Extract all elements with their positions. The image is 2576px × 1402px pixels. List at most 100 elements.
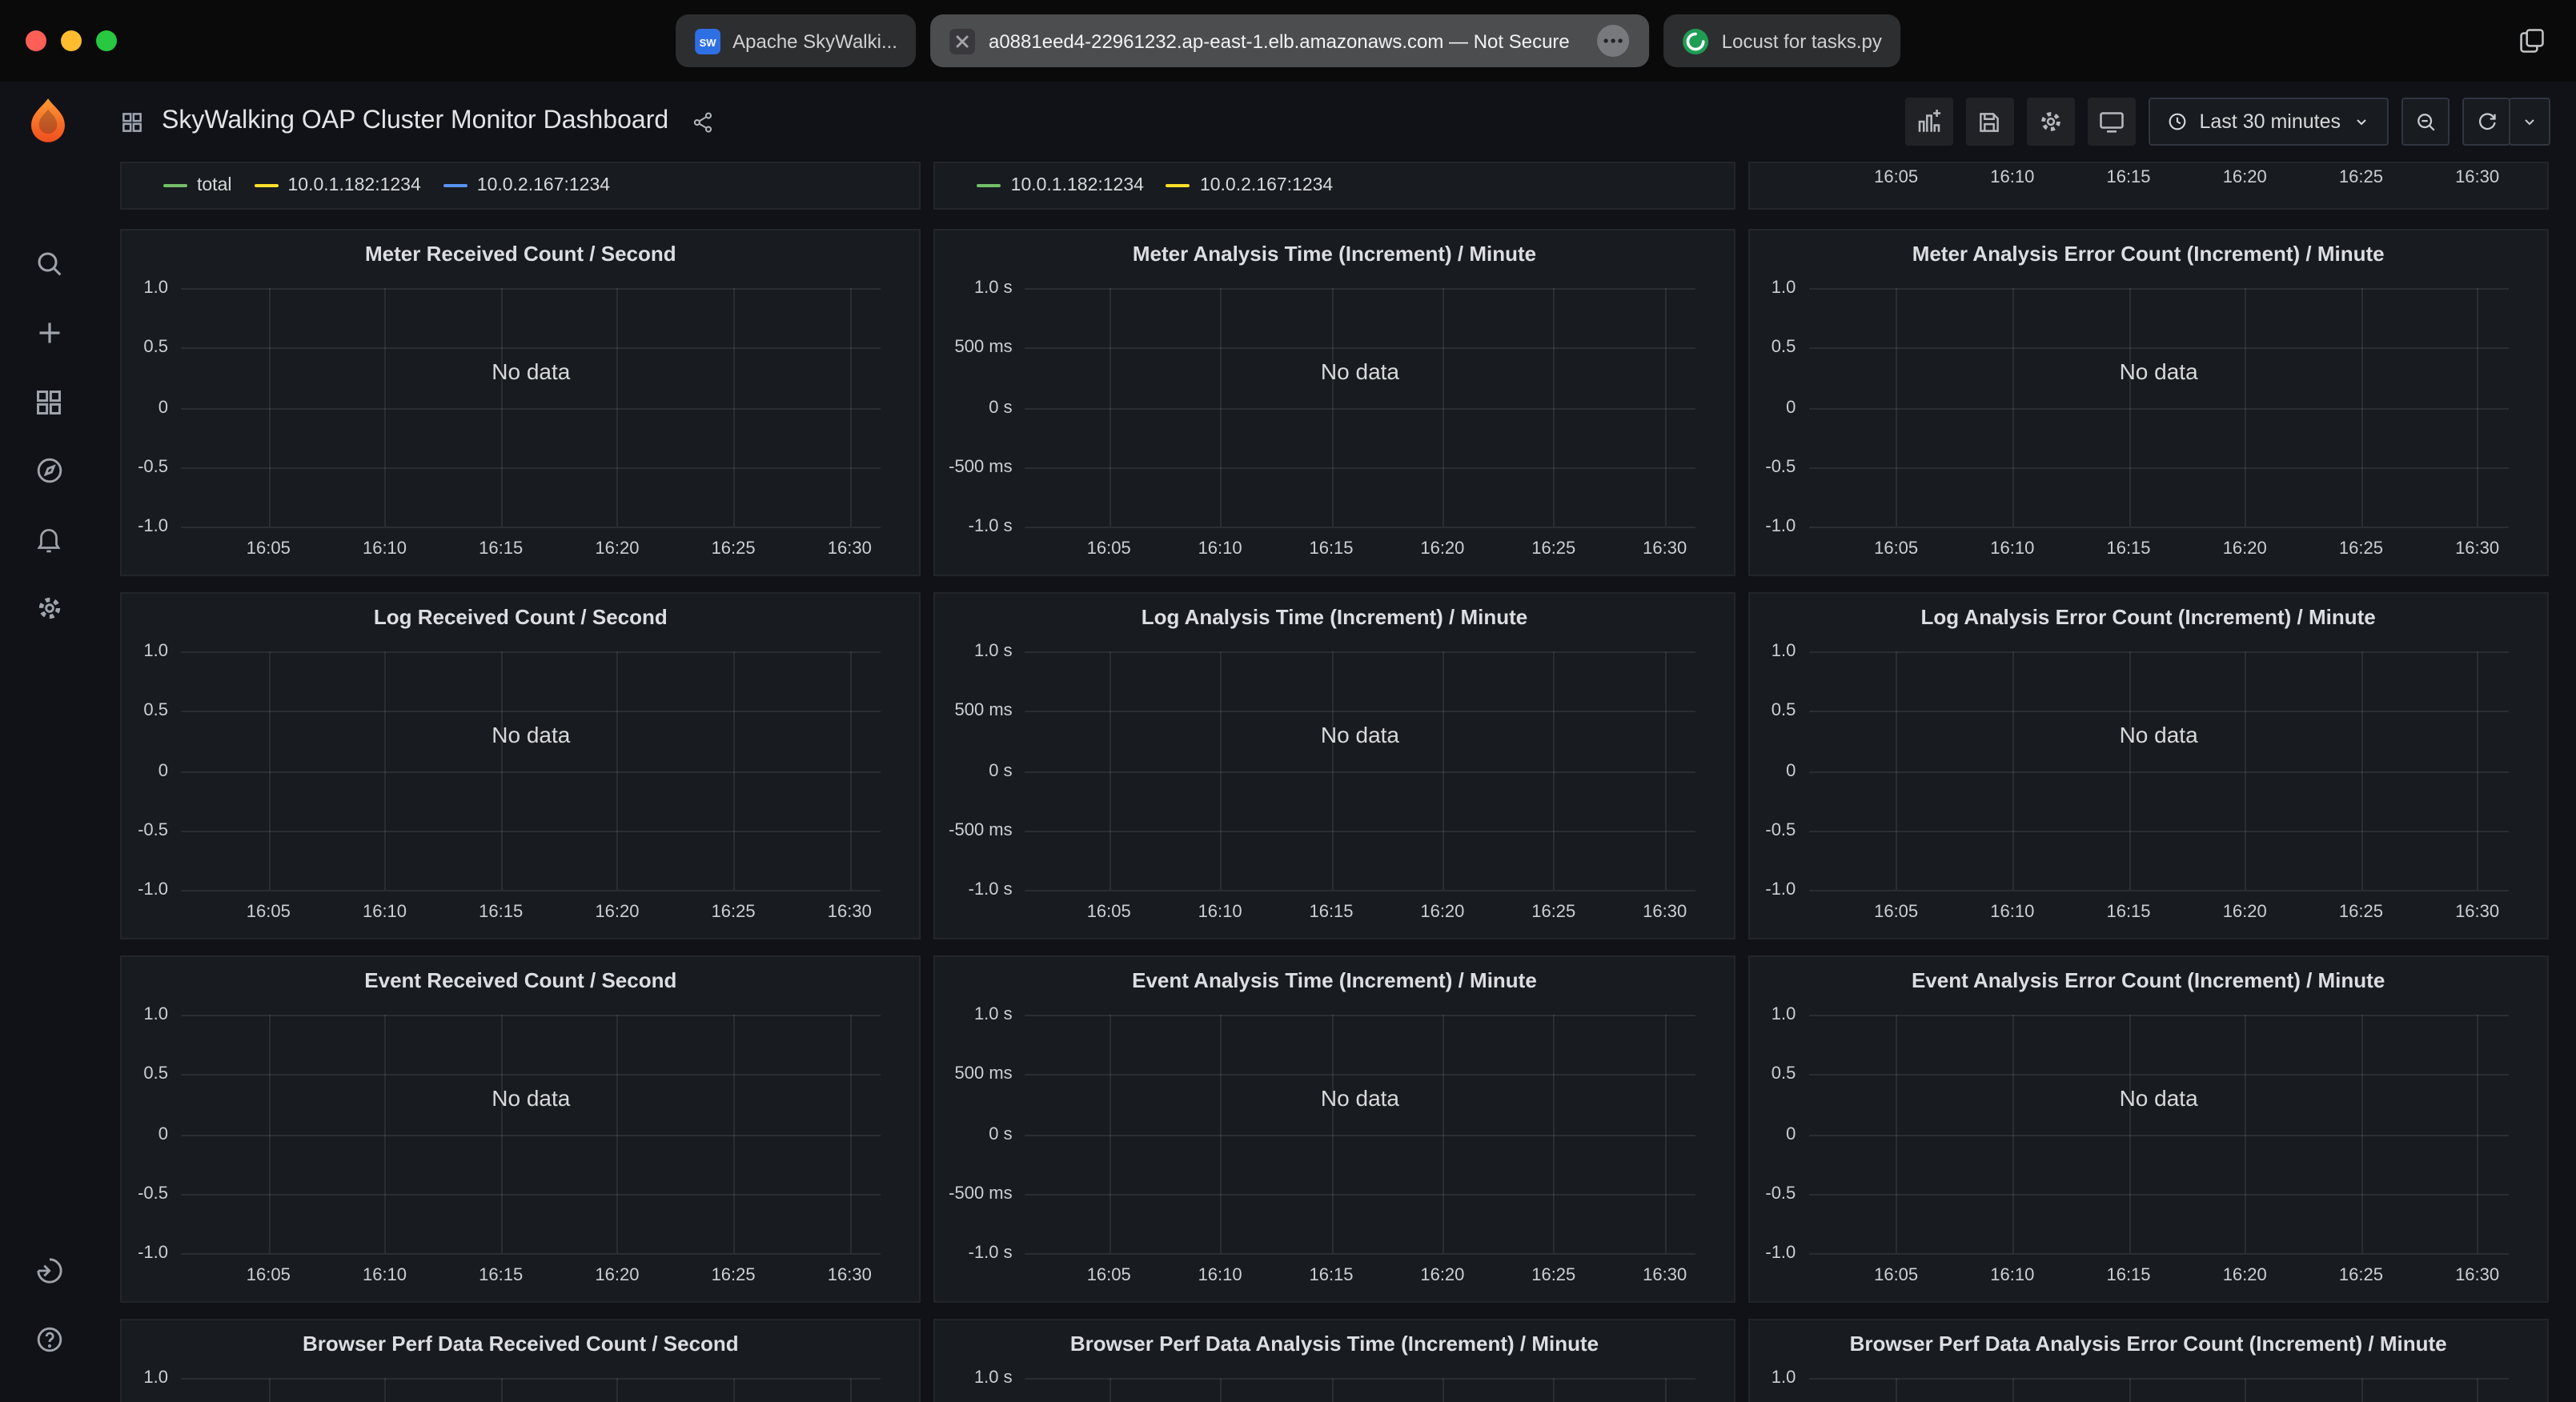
save-dashboard-button[interactable] <box>1966 98 2014 146</box>
legend-item[interactable]: 10.0.1.182:1234 <box>977 176 1144 195</box>
zoom-window-button[interactable] <box>96 30 117 51</box>
grafana-logo[interactable] <box>21 94 75 149</box>
panel-chart: 1.00.50-0.5-1.016:0516:1016:1516:2016:25… <box>122 1368 920 1402</box>
legend-item[interactable]: total <box>163 176 232 195</box>
grid-line-vertical <box>501 651 503 890</box>
panel: Meter Analysis Time (Increment) / Minute… <box>934 229 1735 576</box>
panel-title[interactable]: Meter Received Count / Second <box>122 230 920 278</box>
sidebar-item-create[interactable] <box>33 317 65 349</box>
refresh-dashboard-button[interactable] <box>2462 98 2510 146</box>
grid-line-vertical <box>1220 1015 1222 1253</box>
grid-line-vertical <box>2012 1015 2014 1253</box>
panel-title[interactable]: Browser Perf Data Received Count / Secon… <box>122 1320 920 1368</box>
x-axis-label: 16:20 <box>595 903 639 922</box>
x-axis-label: 16:15 <box>479 903 523 922</box>
panel-title[interactable]: Event Analysis Time (Increment) / Minute <box>936 957 1734 1005</box>
y-axis-label: 0.5 <box>143 1065 168 1084</box>
x-axis-label: 16:20 <box>2223 1266 2267 1285</box>
share-dashboard-button[interactable] <box>691 110 715 134</box>
add-panel-button[interactable] <box>1905 98 1953 146</box>
grid-line-vertical <box>385 288 387 527</box>
y-axis-label: 0 s <box>989 761 1012 780</box>
sidebar-item-explore[interactable] <box>33 455 65 487</box>
help-icon <box>33 1324 65 1356</box>
grid-line-vertical <box>385 1378 387 1402</box>
sidebar-item-alerting[interactable] <box>33 523 65 555</box>
panel-title[interactable]: Browser Perf Data Analysis Error Count (… <box>1749 1320 2547 1368</box>
x-axis-label: 16:10 <box>363 1266 407 1285</box>
x-axis-label: 16:25 <box>712 1266 756 1285</box>
legend-item[interactable]: 10.0.2.167:1234 <box>1166 176 1333 195</box>
browser-tab-locust[interactable]: Locust for tasks.py <box>1664 14 1901 67</box>
grid-line-vertical <box>849 288 851 527</box>
close-window-button[interactable] <box>26 30 46 51</box>
panel-title[interactable]: Log Analysis Time (Increment) / Minute <box>936 594 1734 642</box>
no-data-label: No data <box>1321 722 1399 747</box>
grid-line-vertical <box>1220 288 1222 527</box>
panel-title[interactable]: Browser Perf Data Analysis Time (Increme… <box>936 1320 1734 1368</box>
sidebar-item-dashboards[interactable] <box>33 386 65 418</box>
legend-item[interactable]: 10.0.1.182:1234 <box>255 176 421 195</box>
refresh-interval-dropdown[interactable] <box>2509 98 2550 146</box>
legend-dash-icon <box>443 184 467 187</box>
plot-area: 1.00.50-0.5-1.016:0516:1016:1516:2016:25… <box>181 651 881 890</box>
x-axis-label: 16:10 <box>1990 903 2034 922</box>
zoom-out-time-button[interactable] <box>2401 98 2450 146</box>
gear-icon <box>33 592 65 624</box>
grid-line-horizontal <box>1025 527 1695 528</box>
panel: Meter Received Count / Second1.00.50-0.5… <box>120 229 921 576</box>
x-axis-label: 16:30 <box>2455 903 2499 922</box>
plot-area: 1.0 s500 ms0 s-500 ms-1.0 s16:0516:1016:… <box>1025 651 1695 890</box>
skywalking-favicon-icon: SW <box>694 28 720 54</box>
x-axis-label: 16:20 <box>1420 1266 1464 1285</box>
panel-title[interactable]: Event Received Count / Second <box>122 957 920 1005</box>
sidebar-item-help[interactable] <box>33 1324 65 1356</box>
grid-line-horizontal <box>1808 1378 2509 1380</box>
panel-title[interactable]: Log Received Count / Second <box>122 594 920 642</box>
grid-line-vertical <box>268 1015 270 1253</box>
screen: SW Apache SkyWalki... a0881eed4-22961232… <box>0 0 2576 1402</box>
grid-line-horizontal <box>1808 711 2509 713</box>
grid-line-vertical <box>2129 1015 2130 1253</box>
plot-area: 1.0 s500 ms0 s-500 ms-1.0 s16:0516:1016:… <box>1025 1378 1695 1402</box>
sidebar-item-sign-in[interactable] <box>33 1255 65 1287</box>
legend-item[interactable]: 10.0.2.167:1234 <box>443 176 610 195</box>
plot-area: 1.0 s500 ms0 s-500 ms-1.0 s16:0516:1016:… <box>1025 1015 1695 1253</box>
panel-row-fragment: total 10.0.1.182:1234 10.0.2.167:1234 10.0… <box>120 162 2549 210</box>
x-axis-label: 16:25 <box>712 539 756 559</box>
dashboard-scroll-area[interactable]: total 10.0.1.182:1234 10.0.2.167:1234 10.0… <box>98 162 2576 1402</box>
cycle-view-mode-button[interactable] <box>2088 98 2136 146</box>
y-axis-label: -500 ms <box>949 821 1013 840</box>
panel-row: Meter Received Count / Second1.00.50-0.5… <box>120 229 2549 576</box>
clock-icon <box>2166 110 2189 133</box>
tab-overview-button[interactable] <box>2517 26 2547 56</box>
panel-title[interactable]: Meter Analysis Time (Increment) / Minute <box>936 230 1734 278</box>
no-data-label: No data <box>2120 1085 2198 1111</box>
grid-line-horizontal <box>1808 1015 2509 1016</box>
dashboard-settings-button[interactable] <box>2027 98 2075 146</box>
tab-options-icon[interactable] <box>1597 24 1631 58</box>
grid-line-horizontal <box>1808 890 2509 891</box>
panel-title[interactable]: Meter Analysis Error Count (Increment) /… <box>1749 230 2547 278</box>
grid-line-horizontal <box>181 711 881 713</box>
y-axis-label: -1.0 <box>138 880 168 899</box>
grid-line-vertical <box>2245 288 2246 527</box>
x-axis-label: 16:15 <box>479 1266 523 1285</box>
panel-title[interactable]: Log Analysis Error Count (Increment) / M… <box>1749 594 2547 642</box>
grid-line-horizontal <box>1025 651 1695 653</box>
panel-title[interactable]: Event Analysis Error Count (Increment) /… <box>1749 957 2547 1005</box>
y-axis-label: -1.0 s <box>969 517 1013 536</box>
time-range-picker-button[interactable]: Last 30 minutes <box>2149 98 2389 146</box>
minimize-window-button[interactable] <box>61 30 82 51</box>
grid-line-vertical <box>733 651 735 890</box>
sidebar-item-configuration[interactable] <box>33 592 65 624</box>
panel-chart: 1.00.50-0.5-1.016:0516:1016:1516:2016:25… <box>1749 1368 2547 1402</box>
grid-line-horizontal <box>1025 288 1695 290</box>
sidebar-item-search[interactable] <box>33 248 65 280</box>
browser-tab-active-dashboard[interactable]: a0881eed4-22961232.ap-east-1.elb.amazona… <box>931 14 1650 67</box>
panel: Log Received Count / Second 1.00.50-0.5-1… <box>120 592 921 939</box>
x-axis-label: 16:10 <box>1198 1266 1242 1285</box>
grid-line-vertical <box>1331 1015 1333 1253</box>
x-axis-label: 16:20 <box>2223 168 2267 187</box>
browser-tab-skywalking[interactable]: SW Apache SkyWalki... <box>675 14 917 67</box>
